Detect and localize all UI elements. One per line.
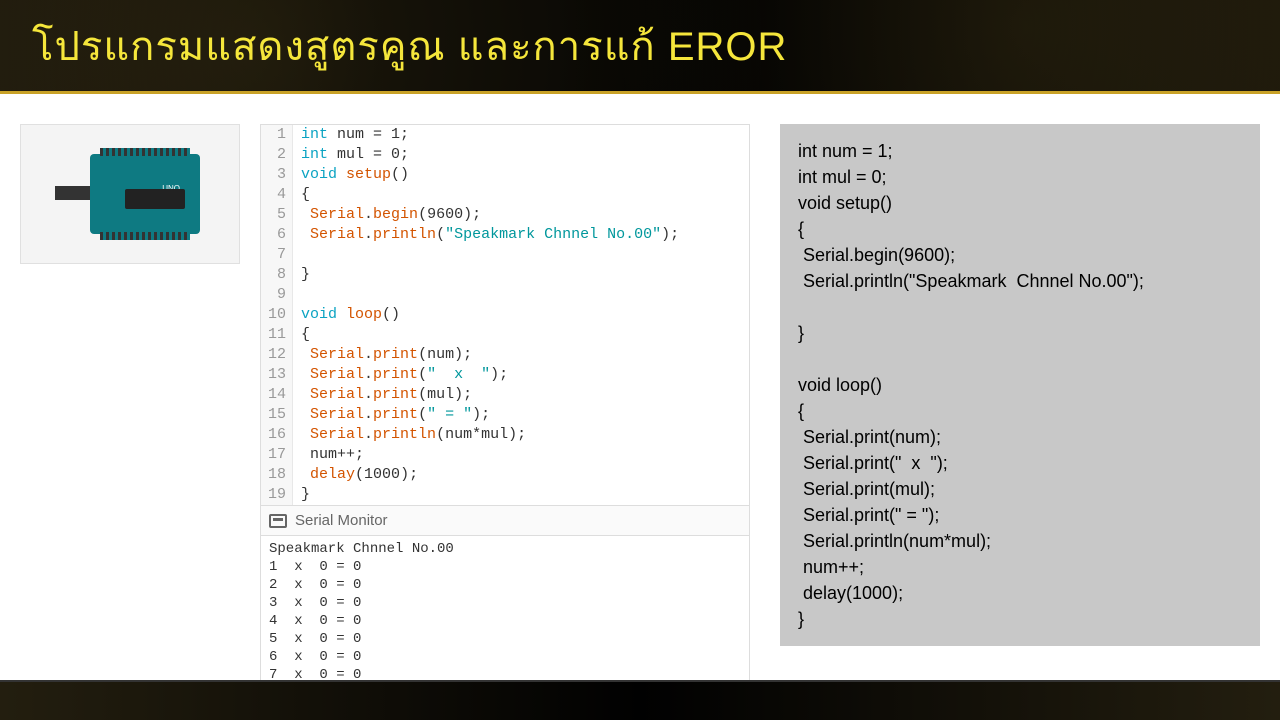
monitor-icon — [269, 514, 287, 528]
code-line: 18 delay(1000); — [261, 465, 749, 485]
code-line: 14 Serial.print(mul); — [261, 385, 749, 405]
code-line: 2int mul = 0; — [261, 145, 749, 165]
line-code: Serial.print(mul); — [293, 385, 472, 405]
line-number: 18 — [261, 465, 293, 485]
line-number: 4 — [261, 185, 293, 205]
line-code: Serial.println(num*mul); — [293, 425, 526, 445]
serial-monitor-label: Serial Monitor — [295, 512, 388, 529]
line-number: 14 — [261, 385, 293, 405]
line-number: 2 — [261, 145, 293, 165]
slide-title: โปรแกรมแสดงสูตรคูณ และการแก้ EROR — [32, 14, 787, 78]
code-text-box: int num = 1; int mul = 0; void setup() {… — [780, 124, 1260, 646]
slide-header: โปรแกรมแสดงสูตรคูณ และการแก้ EROR — [0, 0, 1280, 94]
code-line: 10void loop() — [261, 305, 749, 325]
line-number: 1 — [261, 125, 293, 145]
code-line: 11{ — [261, 325, 749, 345]
code-line: 13 Serial.print(" x "); — [261, 365, 749, 385]
line-code: Serial.print(" = "); — [293, 405, 490, 425]
line-number: 16 — [261, 425, 293, 445]
line-number: 6 — [261, 225, 293, 245]
code-editor[interactable]: 1int num = 1;2int mul = 0;3void setup()4… — [260, 124, 750, 506]
line-code: void setup() — [293, 165, 409, 185]
arduino-board-icon: UNO — [90, 154, 200, 234]
chip-icon — [125, 189, 185, 209]
code-line: 12 Serial.print(num); — [261, 345, 749, 365]
line-code: Serial.print(" x "); — [293, 365, 508, 385]
line-code: Serial.print(num); — [293, 345, 472, 365]
line-code: } — [293, 485, 310, 505]
line-number: 7 — [261, 245, 293, 265]
code-line: 4{ — [261, 185, 749, 205]
text-code-column: int num = 1; int mul = 0; void setup() {… — [760, 124, 1260, 674]
code-line: 17 num++; — [261, 445, 749, 465]
line-number: 11 — [261, 325, 293, 345]
serial-output: Speakmark Chnnel No.00 1 x 0 = 0 2 x 0 =… — [260, 536, 750, 689]
line-number: 3 — [261, 165, 293, 185]
code-line: 7 — [261, 245, 749, 265]
line-code: } — [293, 265, 310, 285]
line-code: int mul = 0; — [293, 145, 409, 165]
line-number: 5 — [261, 205, 293, 225]
slide-content: UNO 1int num = 1;2int mul = 0;3void setu… — [0, 94, 1280, 674]
line-code: { — [293, 185, 310, 205]
line-number: 15 — [261, 405, 293, 425]
code-line: 5 Serial.begin(9600); — [261, 205, 749, 225]
code-line: 6 Serial.println("Speakmark Chnnel No.00… — [261, 225, 749, 245]
code-line: 15 Serial.print(" = "); — [261, 405, 749, 425]
line-code — [293, 285, 301, 305]
code-line: 8} — [261, 265, 749, 285]
arduino-column: UNO — [20, 124, 250, 674]
line-code: delay(1000); — [293, 465, 418, 485]
line-code: Serial.begin(9600); — [293, 205, 481, 225]
serial-monitor-tab[interactable]: Serial Monitor — [260, 506, 750, 536]
arduino-illustration: UNO — [20, 124, 240, 264]
slide-footer — [0, 680, 1280, 720]
line-code: Serial.println("Speakmark Chnnel No.00")… — [293, 225, 679, 245]
line-number: 12 — [261, 345, 293, 365]
code-line: 16 Serial.println(num*mul); — [261, 425, 749, 445]
code-line: 3void setup() — [261, 165, 749, 185]
line-number: 19 — [261, 485, 293, 505]
code-line: 9 — [261, 285, 749, 305]
line-code: num++; — [293, 445, 364, 465]
line-number: 10 — [261, 305, 293, 325]
line-number: 9 — [261, 285, 293, 305]
code-line: 19} — [261, 485, 749, 505]
line-number: 17 — [261, 445, 293, 465]
editor-column: 1int num = 1;2int mul = 0;3void setup()4… — [260, 124, 750, 674]
line-code: void loop() — [293, 305, 400, 325]
line-number: 13 — [261, 365, 293, 385]
code-line: 1int num = 1; — [261, 125, 749, 145]
line-code — [293, 245, 310, 265]
line-number: 8 — [261, 265, 293, 285]
line-code: { — [293, 325, 310, 345]
line-code: int num = 1; — [293, 125, 409, 145]
